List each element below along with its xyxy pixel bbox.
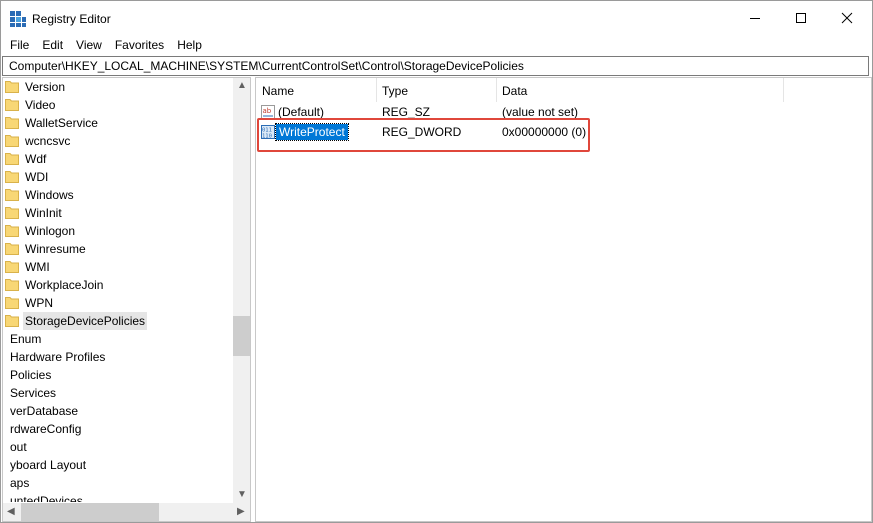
- column-header-name[interactable]: Name: [262, 84, 294, 98]
- address-bar[interactable]: Computer\HKEY_LOCAL_MACHINE\SYSTEM\Curre…: [2, 56, 869, 76]
- tree-item-label: aps: [10, 476, 30, 490]
- tree-item-label: WorkplaceJoin: [25, 278, 104, 292]
- tree-vertical-scrollbar[interactable]: ▲ ▼: [233, 78, 250, 503]
- minimize-icon: [750, 18, 760, 19]
- title-bar[interactable]: Registry Editor: [1, 1, 872, 35]
- tree-item-label: Policies: [10, 368, 52, 382]
- tree-item-label: Winlogon: [25, 224, 76, 238]
- menu-help[interactable]: Help: [169, 35, 207, 55]
- registry-app-icon: [10, 11, 26, 27]
- folder-icon: [5, 135, 19, 147]
- folder-icon: [5, 297, 19, 309]
- column-separator[interactable]: [376, 78, 377, 102]
- tree-item-label: Winresume: [25, 242, 86, 256]
- tree-item-label: Services: [10, 386, 57, 400]
- folder-icon: [5, 225, 19, 237]
- tree-item-label: StorageDevicePolicies: [23, 312, 148, 330]
- tree-vertical-scroll-thumb[interactable]: [233, 316, 250, 356]
- tree-item-label: WPN: [25, 296, 53, 310]
- scroll-up-icon[interactable]: ▲: [237, 81, 247, 91]
- column-separator[interactable]: [496, 78, 497, 102]
- column-header-data[interactable]: Data: [502, 84, 527, 98]
- menu-favorites[interactable]: Favorites: [107, 35, 169, 55]
- scroll-down-icon[interactable]: ▼: [237, 490, 247, 500]
- folder-icon: [5, 243, 19, 255]
- string-value-icon: ab: [261, 105, 275, 119]
- minimize-button[interactable]: [732, 1, 778, 35]
- tree-item-label: untedDevices: [10, 494, 83, 502]
- tree-item-label: Wdf: [25, 152, 47, 166]
- folder-icon: [5, 189, 19, 201]
- folder-icon: [5, 81, 19, 93]
- tree-item-label: Windows: [25, 188, 74, 202]
- folder-icon: [5, 153, 19, 165]
- menu-file[interactable]: File: [1, 35, 34, 55]
- key-tree: Version Video WalletService wcncsvc Wdf WDI Wi…: [3, 78, 233, 502]
- maximize-button[interactable]: [778, 1, 824, 35]
- tree-item-label: WalletService: [25, 116, 98, 130]
- folder-icon: [5, 117, 19, 129]
- key-tree-pane[interactable]: Version Video WalletService wcncsvc Wdf WDI Wi…: [2, 77, 251, 522]
- red-highlight-box: [257, 118, 590, 152]
- tree-item-label: yboard Layout: [10, 458, 87, 472]
- tree-item-label: Video: [25, 98, 56, 112]
- menu-bar: File Edit View Favorites Help: [1, 35, 872, 55]
- folder-icon: [5, 315, 19, 327]
- close-button[interactable]: [824, 1, 870, 35]
- tree-horizontal-scrollbar[interactable]: ◀ ▶: [3, 503, 250, 521]
- tree-item-label: wcncsvc: [25, 134, 71, 148]
- scroll-left-icon[interactable]: ◀: [7, 507, 15, 517]
- values-list-pane[interactable]: Name Type Data ab (Default) REG_SZ (valu…: [255, 77, 872, 522]
- tree-item-label: Enum: [10, 332, 42, 346]
- window-title: Registry Editor: [32, 12, 111, 26]
- folder-icon: [5, 207, 19, 219]
- folder-icon: [5, 261, 19, 273]
- folder-icon: [5, 279, 19, 291]
- column-separator[interactable]: [783, 78, 784, 102]
- tree-item-label: WDI: [25, 170, 49, 184]
- address-path[interactable]: Computer\HKEY_LOCAL_MACHINE\SYSTEM\Curre…: [9, 59, 524, 73]
- scroll-right-icon[interactable]: ▶: [237, 507, 245, 517]
- svg-text:ab: ab: [263, 107, 272, 115]
- tree-item-label: rdwareConfig: [10, 422, 82, 436]
- tree-horizontal-scroll-thumb[interactable]: [21, 503, 159, 521]
- tree-item-label: verDatabase: [10, 404, 79, 418]
- tree-item-label: Version: [25, 80, 66, 94]
- folder-icon: [5, 171, 19, 183]
- menu-view[interactable]: View: [68, 35, 107, 55]
- list-header: Name Type Data: [256, 78, 871, 102]
- tree-item-label: WMI: [25, 260, 50, 274]
- registry-editor-window: Registry Editor File Edit View Favorites…: [0, 0, 873, 523]
- tree-item-label: WinInit: [25, 206, 62, 220]
- tree-item-label: Hardware Profiles: [10, 350, 106, 364]
- value-name: (Default): [278, 105, 325, 119]
- menu-edit[interactable]: Edit: [34, 35, 68, 55]
- close-icon: [841, 12, 853, 24]
- column-header-type[interactable]: Type: [382, 84, 408, 98]
- folder-icon: [5, 99, 19, 111]
- value-data: (value not set): [502, 105, 579, 119]
- value-type: REG_SZ: [382, 105, 431, 119]
- maximize-icon: [796, 13, 806, 23]
- tree-item-label: out: [10, 440, 27, 454]
